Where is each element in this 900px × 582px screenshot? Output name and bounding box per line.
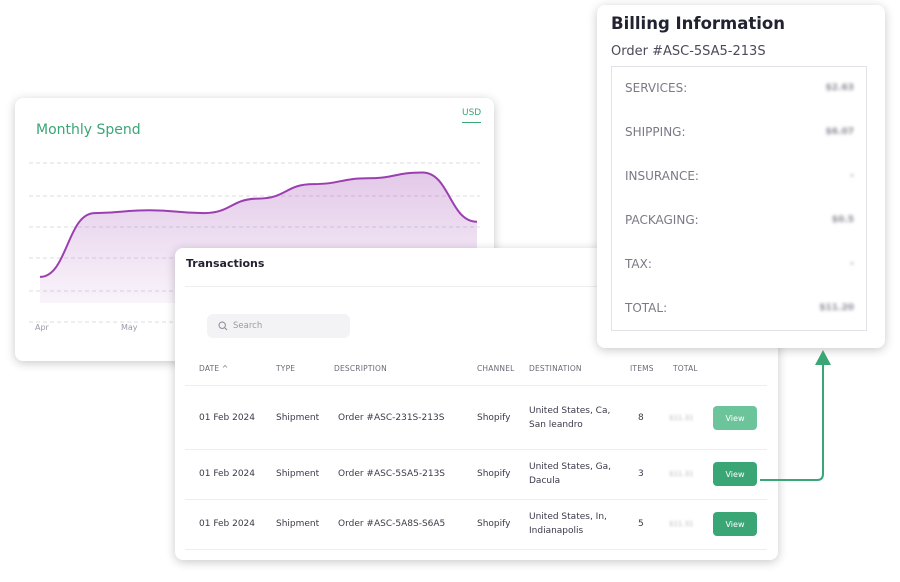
column-header-destination: DESTINATION xyxy=(529,364,582,373)
billing-breakdown: SERVICES: $2.63 SHIPPING: $6.07 INSURANC… xyxy=(611,66,867,331)
transactions-title: Transactions xyxy=(186,257,265,270)
row-items: 3 xyxy=(638,469,644,479)
row-destination-line1: United States, Ca, xyxy=(529,406,611,416)
x-tick-label: Apr xyxy=(35,323,50,332)
row-description: Order #ASC-5A8S-S6A5 xyxy=(338,519,446,529)
divider xyxy=(185,549,767,550)
billing-label-shipping: SHIPPING: xyxy=(625,125,686,139)
billing-value-total: $11.20 xyxy=(819,303,854,313)
billing-label-tax: TAX: xyxy=(625,257,652,271)
row-type: Shipment xyxy=(276,519,320,529)
column-header-description: DESCRIPTION xyxy=(334,364,387,373)
row-total: $11.31 xyxy=(669,414,694,422)
divider xyxy=(185,449,767,450)
billing-label-insurance: INSURANCE: xyxy=(625,169,699,183)
divider xyxy=(185,499,767,500)
view-button[interactable]: View xyxy=(713,512,757,536)
row-channel: Shopify xyxy=(477,413,511,423)
billing-information-card: Billing Information Order #ASC-5SA5-213S… xyxy=(597,5,885,348)
row-items: 5 xyxy=(638,519,644,529)
billing-label-packaging: PACKAGING: xyxy=(625,213,699,227)
billing-label-services: SERVICES: xyxy=(625,81,688,95)
row-total: $11.31 xyxy=(669,470,694,478)
chart-title: Monthly Spend xyxy=(36,122,141,138)
view-button[interactable]: View xyxy=(713,406,757,430)
billing-order-number: Order #ASC-5SA5-213S xyxy=(611,44,766,59)
search-placeholder: Search xyxy=(233,321,263,331)
row-destination-line1: United States, Ga, xyxy=(529,462,612,472)
column-header-items: ITEMS xyxy=(630,364,654,373)
row-destination-line2: Dacula xyxy=(529,476,561,486)
billing-value-shipping: $6.07 xyxy=(825,127,854,137)
billing-value-packaging: $0.5 xyxy=(831,215,854,225)
row-date: 01 Feb 2024 xyxy=(199,469,256,479)
search-icon xyxy=(218,321,228,331)
row-channel: Shopify xyxy=(477,519,511,529)
row-type: Shipment xyxy=(276,469,320,479)
column-header-total: TOTAL xyxy=(673,364,698,373)
row-items: 8 xyxy=(638,413,644,423)
x-tick-label: May xyxy=(121,323,138,332)
row-destination-line2: San leandro xyxy=(529,420,583,430)
row-date: 01 Feb 2024 xyxy=(199,519,256,529)
billing-title: Billing Information xyxy=(611,14,785,33)
row-channel: Shopify xyxy=(477,469,511,479)
row-destination-line1: United States, In, xyxy=(529,512,607,522)
search-input[interactable]: Search xyxy=(207,314,350,338)
currency-tab[interactable]: USD xyxy=(462,108,482,123)
column-header-date[interactable]: DATE ^ xyxy=(199,364,228,373)
row-description: Order #ASC-5SA5-213S xyxy=(338,469,446,479)
billing-value-tax: - xyxy=(850,259,854,269)
row-description: Order #ASC-231S-213S xyxy=(338,413,445,423)
billing-label-total: TOTAL: xyxy=(625,301,668,315)
view-button[interactable]: View xyxy=(713,462,757,486)
billing-value-insurance: - xyxy=(850,171,854,181)
row-destination-line2: Indianapolis xyxy=(529,526,584,536)
divider xyxy=(185,385,767,386)
row-type: Shipment xyxy=(276,413,320,423)
billing-value-services: $2.63 xyxy=(825,83,854,93)
column-header-type: TYPE xyxy=(276,364,296,373)
arrow-head-icon xyxy=(815,350,831,365)
row-date: 01 Feb 2024 xyxy=(199,413,256,423)
column-header-channel: CHANNEL xyxy=(477,364,515,373)
row-total: $11.31 xyxy=(669,520,694,528)
